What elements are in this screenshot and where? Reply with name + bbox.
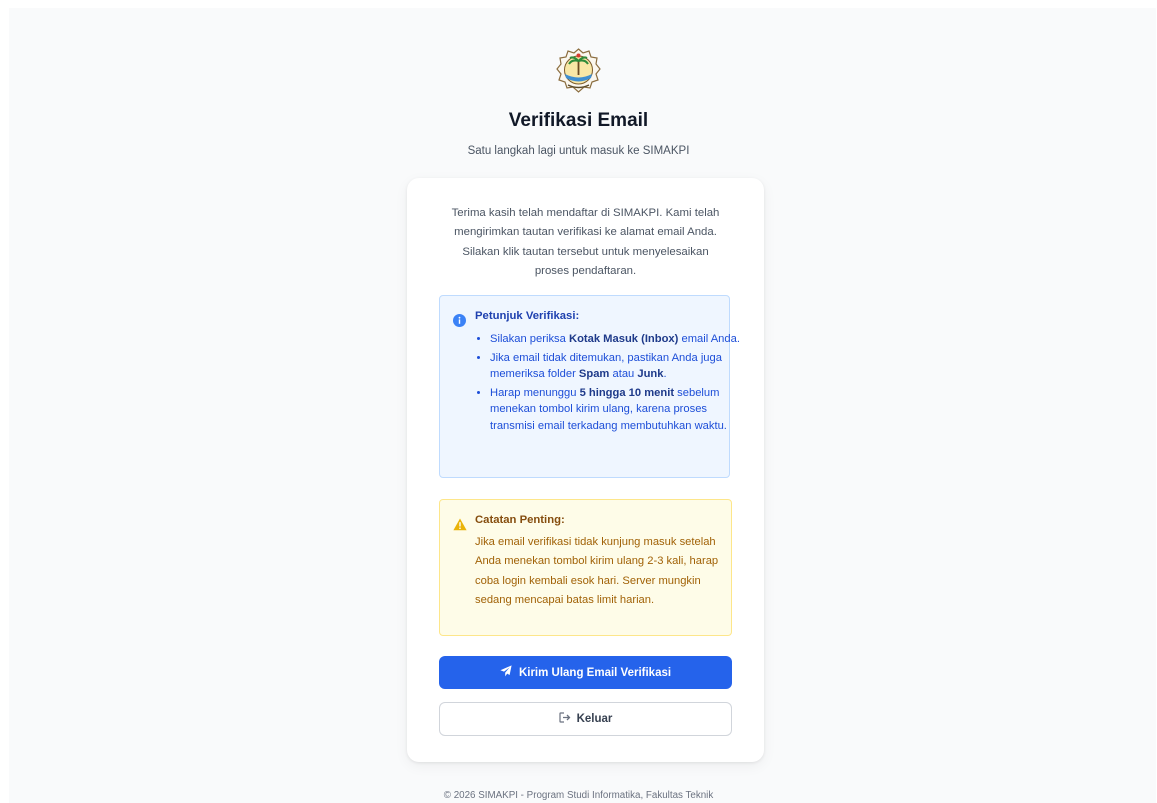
- info-item-bold: 5 hingga 10 menit: [579, 386, 675, 399]
- info-list: Silakan periksa Kotak Masuk (Inbox) emai…: [475, 331, 740, 436]
- info-item-bold: Spam: [578, 368, 610, 380]
- warning-heading: Catatan Penting:: [475, 514, 565, 526]
- sign-out-icon: [558, 712, 571, 726]
- warning-text: Jika email verifikasi tidak kunjung masu…: [475, 536, 719, 606]
- info-panel: Petunjuk Verifikasi: Silakan periksa Kot…: [439, 295, 740, 478]
- page-title: Verifikasi Email: [508, 110, 649, 131]
- resend-button-label: Kirim Ulang Email Verifikasi: [518, 666, 672, 679]
- info-circle-icon: [453, 314, 466, 327]
- page-subtitle: Satu langkah lagi untuk masuk ke SIMAKPI: [467, 145, 690, 157]
- info-list-item: Silakan periksa Kotak Masuk (Inbox) emai…: [490, 331, 740, 348]
- paper-plane-icon: [500, 665, 512, 680]
- info-item-text: .: [663, 368, 667, 380]
- footer-copyright: © 2026 SIMAKPI - Program Studi Informati…: [443, 790, 714, 801]
- info-item-text: email Anda.: [678, 333, 740, 345]
- info-list-item: Jika email tidak ditemukan, pastikan And…: [490, 350, 740, 383]
- warning-triangle-icon: [453, 518, 467, 531]
- warning-panel: Catatan Penting: Jika email verifikasi t…: [439, 499, 732, 636]
- logout-button[interactable]: Keluar: [439, 702, 732, 736]
- verification-card: Terima kasih telah mendaftar di SIMAKPI.…: [407, 178, 764, 762]
- info-item-bold: Kotak Masuk (Inbox): [568, 333, 679, 345]
- resend-email-button[interactable]: Kirim Ulang Email Verifikasi: [439, 656, 732, 689]
- info-item-text: Silakan periksa: [490, 333, 569, 345]
- info-heading: Petunjuk Verifikasi:: [475, 310, 580, 322]
- info-item-bold: Junk: [637, 368, 664, 380]
- info-item-text: Harap menunggu: [490, 386, 580, 399]
- info-item-text: atau: [609, 368, 638, 380]
- logout-button-label: Keluar: [576, 713, 613, 725]
- info-list-item: Harap menunggu 5 hingga 10 menit sebelum…: [490, 385, 740, 435]
- intro-text: Terima kasih telah mendaftar di SIMAKPI.…: [451, 207, 720, 277]
- university-logo: [555, 47, 602, 95]
